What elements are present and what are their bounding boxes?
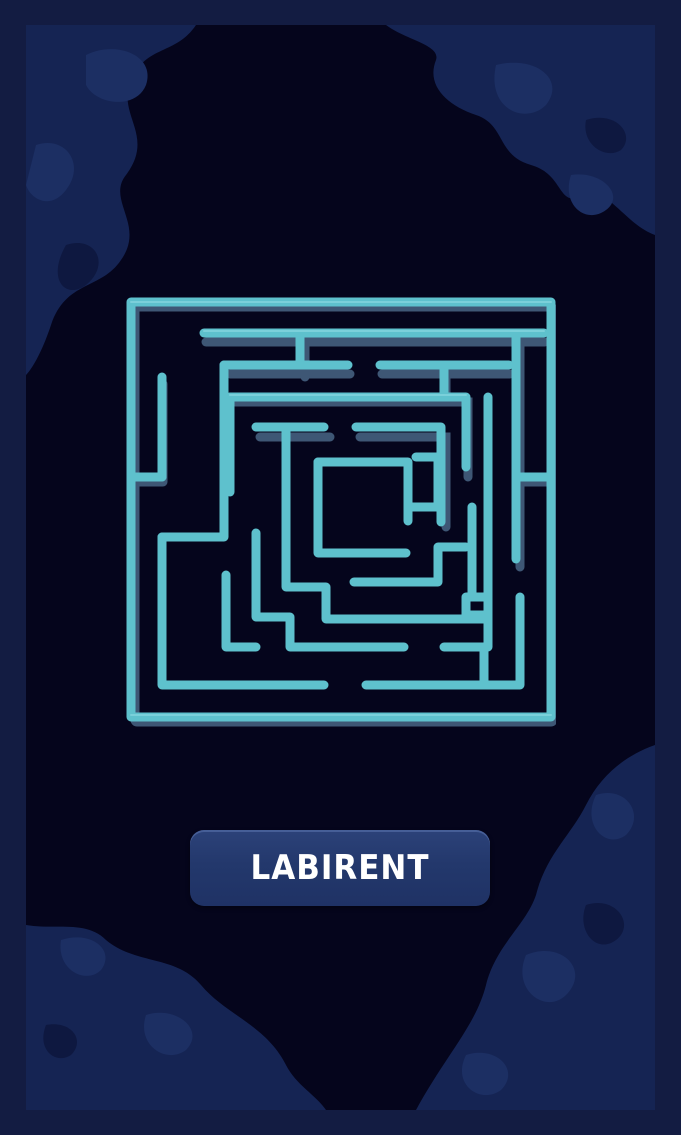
game-frame: LABIRENT (0, 0, 681, 1135)
start-button-label: LABIRENT (250, 848, 430, 888)
smoke-bottom-right (416, 745, 655, 1110)
game-screen: LABIRENT (26, 25, 655, 1110)
smoke-bottom-left (26, 925, 326, 1110)
maze-walls (126, 297, 556, 722)
labirent-start-button[interactable]: LABIRENT (190, 830, 490, 906)
maze-graphic (126, 297, 556, 727)
smoke-top-right (386, 25, 655, 235)
